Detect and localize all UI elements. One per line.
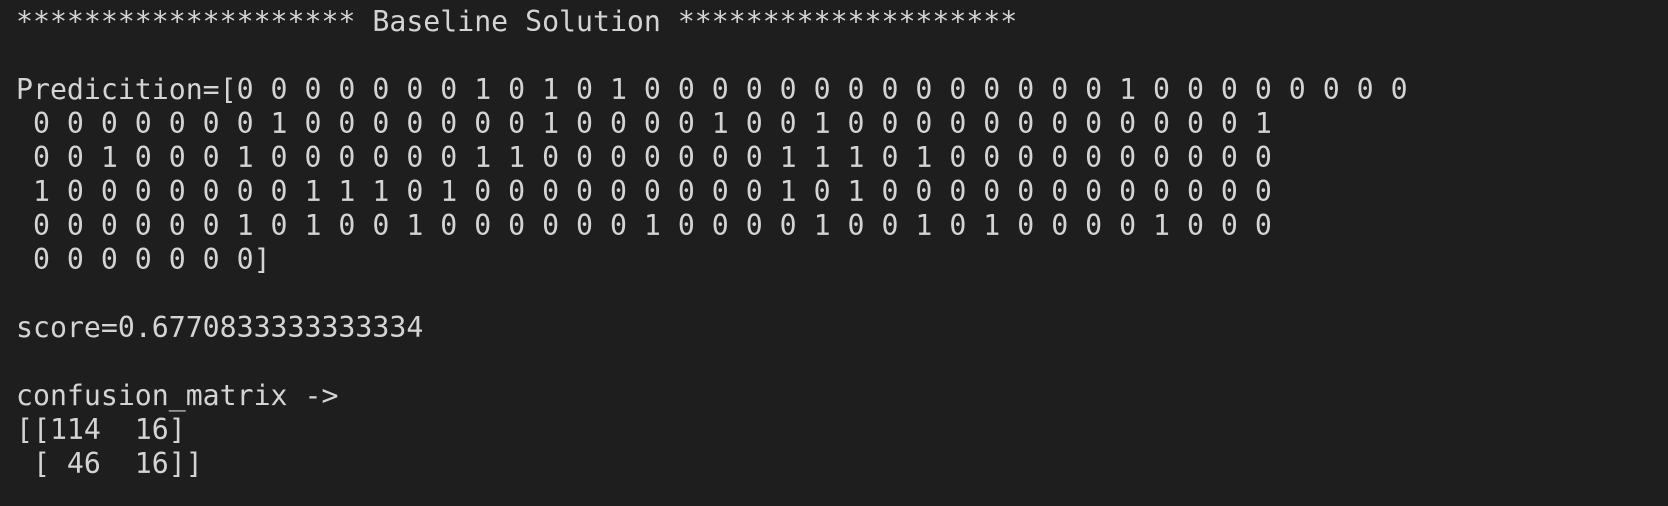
prediction-line: 0 0 1 0 0 0 1 0 0 0 0 0 0 1 1 0 0 0 0 0 … <box>16 141 1272 174</box>
confusion-matrix-row: [ 46 16]] <box>16 447 203 480</box>
prediction-line: 0 0 0 0 0 0 0 1 0 0 0 0 0 0 0 1 0 0 0 0 … <box>16 107 1272 140</box>
prediction-line: 1 0 0 0 0 0 0 0 1 1 1 0 1 0 0 0 0 0 0 0 … <box>16 175 1272 208</box>
confusion-matrix-label: confusion_matrix -> <box>16 379 339 412</box>
prediction-line: 0 0 0 0 0 0 0] <box>16 243 271 276</box>
score-line: score=0.6770833333333334 <box>16 311 424 344</box>
prediction-line: 0 0 0 0 0 0 1 0 1 0 0 1 0 0 0 0 0 0 1 0 … <box>16 209 1272 242</box>
confusion-matrix-row: [[114 16] <box>16 413 186 446</box>
prediction-line: Predicition=[0 0 0 0 0 0 0 1 0 1 0 1 0 0… <box>16 73 1408 106</box>
baseline-header: ******************** Baseline Solution *… <box>16 5 1018 38</box>
terminal-output: ******************** Baseline Solution *… <box>0 0 1668 506</box>
